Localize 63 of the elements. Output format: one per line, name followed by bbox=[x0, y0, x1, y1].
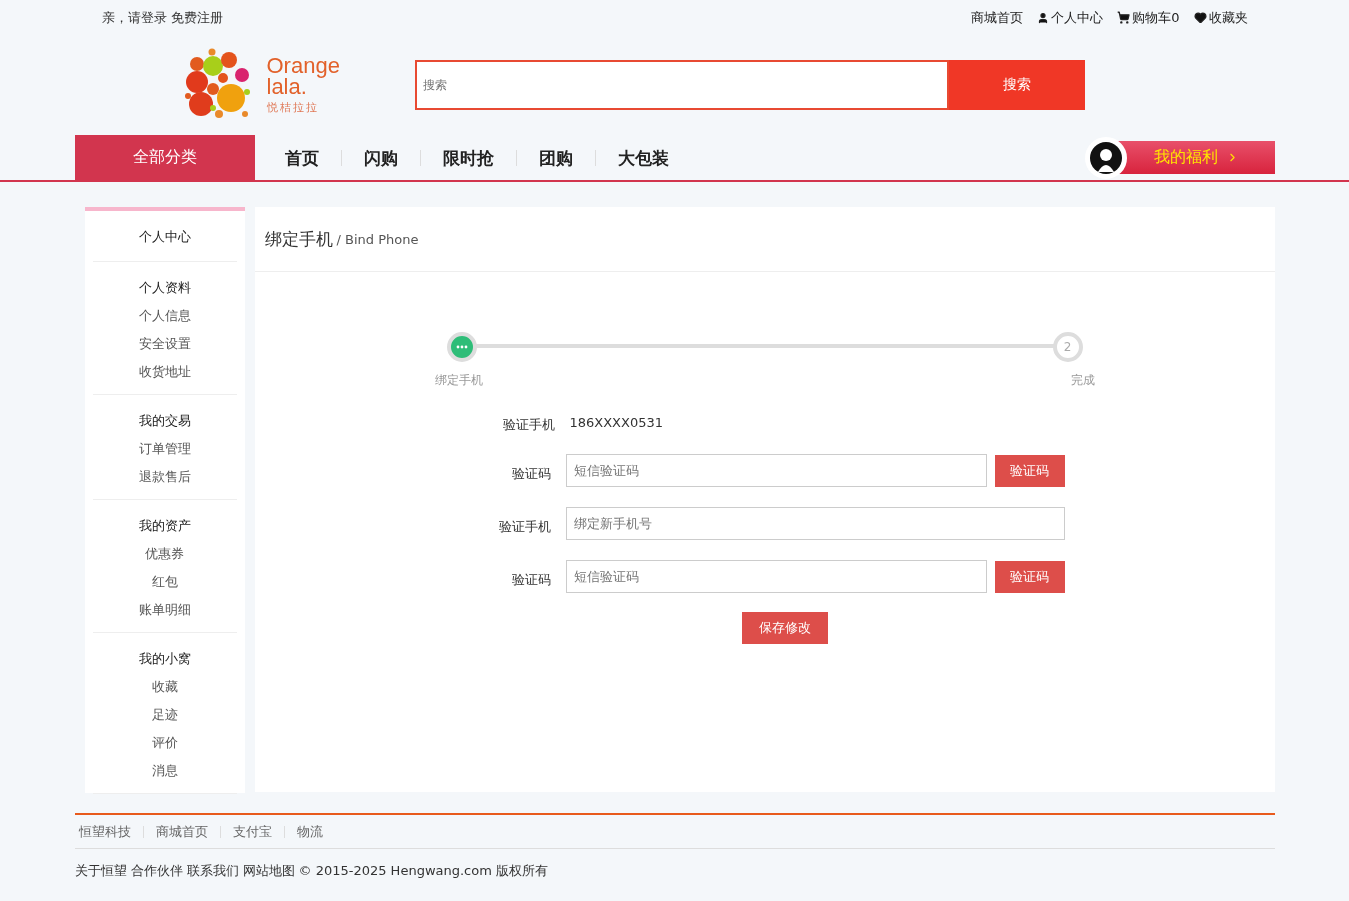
copyright-text: © 2015-2025 Hengwang.com 版权所有 bbox=[298, 862, 548, 880]
sidebar-heading: 我的资产 bbox=[138, 517, 191, 535]
footer-link[interactable]: 物流 bbox=[283, 825, 335, 838]
logo-subtitle: 悦桔拉拉 bbox=[266, 100, 320, 115]
sidebar-item[interactable]: 订单管理 bbox=[138, 435, 191, 463]
nav-link[interactable]: 首页 bbox=[262, 149, 341, 166]
phone-field[interactable]: 绑定新手机号 bbox=[566, 507, 1065, 540]
step-label: 绑定手机 bbox=[434, 372, 483, 389]
nav-link[interactable]: 闪购 bbox=[340, 149, 420, 166]
sidebar-item[interactable]: 退款售后 bbox=[138, 463, 191, 491]
footer-link[interactable]: 恒望科技 bbox=[78, 825, 143, 838]
category-button[interactable]: 全部分类 bbox=[74, 135, 255, 180]
step-label: 完成 bbox=[1070, 372, 1095, 389]
footer-link[interactable]: 支付宝 bbox=[219, 825, 284, 838]
top-link[interactable]: 个人中心 bbox=[1037, 8, 1104, 27]
save-button[interactable]: 保存修改 bbox=[741, 612, 828, 644]
footer-link[interactable]: 合作伙伴 bbox=[130, 862, 183, 880]
sidebar-item[interactable]: 个人信息 bbox=[138, 302, 191, 330]
sidebar-item[interactable]: 优惠券 bbox=[145, 540, 184, 568]
top-link[interactable]: 购物车0 bbox=[1117, 8, 1180, 27]
footer-link[interactable]: 联系我们 bbox=[186, 862, 239, 880]
sidebar-heading: 我的交易 bbox=[138, 412, 191, 430]
send-code-button[interactable]: 验证码 bbox=[994, 560, 1065, 593]
nav-link[interactable]: 大包装 bbox=[594, 149, 691, 166]
cart-icon bbox=[1117, 11, 1131, 24]
phone-value: 186XXXX0531 bbox=[569, 414, 664, 430]
footer-link[interactable]: 商城首页 bbox=[142, 825, 220, 838]
sidebar-item[interactable]: 账单明细 bbox=[138, 596, 191, 624]
top-link[interactable]: 收藏夹 bbox=[1193, 8, 1248, 27]
field-label: 验证码 bbox=[511, 464, 552, 483]
sidebar-item[interactable]: 安全设置 bbox=[138, 330, 191, 358]
sidebar-title[interactable]: 个人中心 bbox=[92, 211, 237, 262]
sidebar-item[interactable]: 消息 bbox=[151, 757, 178, 785]
step-marker: 2 bbox=[1052, 332, 1083, 362]
code-field[interactable]: 短信验证码 bbox=[566, 454, 987, 487]
panel-title: 绑定手机 bbox=[264, 227, 333, 251]
field-label: 验证码 bbox=[511, 570, 552, 589]
sidebar-item[interactable]: 收藏 bbox=[151, 673, 178, 701]
top-link[interactable]: 商城首页 bbox=[971, 8, 1024, 27]
search-field[interactable]: 搜索 bbox=[414, 60, 949, 110]
search-button[interactable]: 搜索 bbox=[948, 60, 1085, 110]
nav-link[interactable]: 团购 bbox=[515, 149, 595, 166]
code-field[interactable]: 短信验证码 bbox=[566, 560, 987, 593]
sidebar-item[interactable]: 红包 bbox=[151, 568, 178, 596]
panel-subtitle: / Bind Phone bbox=[336, 231, 419, 247]
greeting-text: 亲，请登录 bbox=[101, 8, 167, 27]
sidebar-item[interactable]: 足迹 bbox=[151, 701, 178, 729]
sidebar-heading: 个人资料 bbox=[138, 279, 191, 297]
sidebar-heading: 我的小窝 bbox=[138, 650, 191, 668]
logo-text: Orange bbox=[266, 55, 340, 76]
sidebar-item[interactable]: 评价 bbox=[151, 729, 178, 757]
footer-link[interactable]: 关于恒望 bbox=[74, 862, 127, 880]
field-label: 验证手机 bbox=[501, 416, 555, 434]
footer-link[interactable]: 网站地图 bbox=[242, 862, 295, 880]
send-code-button[interactable]: 验证码 bbox=[994, 454, 1065, 487]
register-link[interactable]: 免费注册 bbox=[170, 8, 223, 27]
nav-link[interactable]: 限时抢 bbox=[419, 149, 516, 166]
field-label: 验证手机 bbox=[498, 517, 552, 536]
heart-icon bbox=[1193, 11, 1207, 24]
logo-text: lala. bbox=[266, 76, 307, 97]
user-icon bbox=[1037, 11, 1050, 24]
dots-icon bbox=[455, 345, 468, 349]
sidebar-item[interactable]: 收货地址 bbox=[138, 358, 191, 386]
